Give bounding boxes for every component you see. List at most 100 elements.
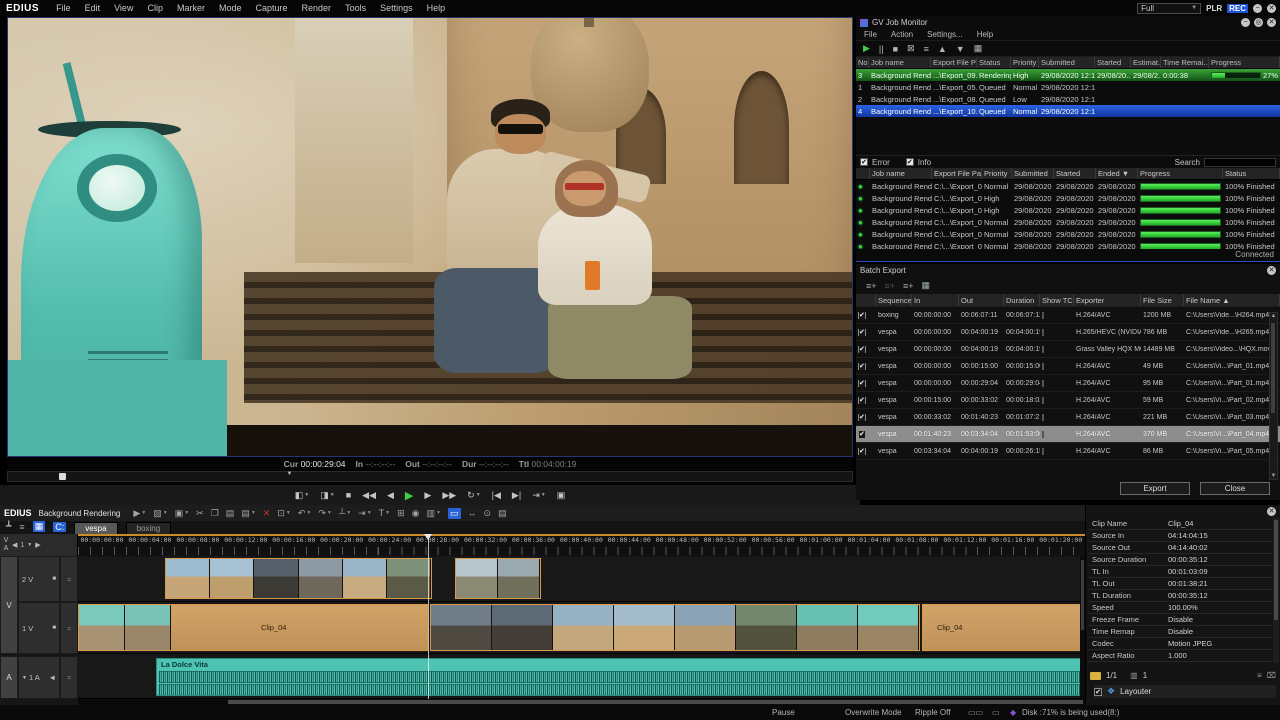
goto-in-icon[interactable]: |◀ xyxy=(492,490,501,501)
track-selector[interactable]: ◀ 1 ▼ ▶ xyxy=(12,541,41,549)
scroll-down-icon[interactable]: ▼ xyxy=(1270,473,1277,479)
priority-down-icon[interactable]: ▼ xyxy=(956,44,965,54)
ripple-mode-toggle[interactable]: Ripple Off xyxy=(915,708,950,717)
menu-view[interactable]: View xyxy=(107,3,140,13)
loop-playback-icon[interactable]: ↻▼ xyxy=(467,490,481,501)
track-lane-1v[interactable]: Clip_04Clip_04 xyxy=(78,602,1085,654)
row-checkbox[interactable]: ✔ xyxy=(858,414,866,421)
column-header[interactable]: Export File Path xyxy=(931,57,977,68)
redo-icon[interactable]: ↷▼ xyxy=(318,508,332,519)
column-header[interactable]: File Name ▲ xyxy=(1184,294,1280,306)
insert-mode-toggle[interactable]: Overwrite Mode xyxy=(845,708,901,717)
column-header[interactable]: Progress xyxy=(1209,57,1280,68)
next-frame-icon[interactable]: ▶ xyxy=(424,490,431,501)
add-sequence-icon[interactable]: ≡+ xyxy=(866,281,877,291)
goto-icon[interactable]: ⇥▼ xyxy=(532,490,546,501)
menu-clip[interactable]: Clip xyxy=(140,3,170,13)
menu-edit[interactable]: Edit xyxy=(78,3,108,13)
row-checkbox[interactable]: ✔ xyxy=(858,380,866,387)
timeline-ruler[interactable]: 00:00:00:0000:00:04:0000:00:08:0000:00:1… xyxy=(78,534,1085,556)
batch-export-row[interactable]: ✔vespa00:00:00:0000:00:15:0000:00:15:00H… xyxy=(856,358,1280,375)
job-row[interactable]: 4Background Rendering......\Export_10.av… xyxy=(856,105,1280,117)
info-scrollbar[interactable] xyxy=(1273,518,1279,663)
save-project-icon[interactable]: ▣▼ xyxy=(175,508,189,519)
row-checkbox[interactable]: ✔ xyxy=(858,312,866,319)
scrollbar-thumb[interactable] xyxy=(1271,323,1276,413)
add-cut-point-icon[interactable]: ⊡▼ xyxy=(277,508,291,519)
batch-export-row[interactable]: ✔vespa00:00:00:0000:00:29:0400:00:29:04H… xyxy=(856,375,1280,392)
export-icon[interactable]: ▣ xyxy=(557,490,566,501)
menu-marker[interactable]: Marker xyxy=(170,3,212,13)
column-header[interactable]: In xyxy=(912,294,959,306)
mute-icon[interactable]: ■ xyxy=(52,625,56,631)
chevron-down-icon[interactable]: ▼ xyxy=(22,675,27,681)
rewind-icon[interactable]: ◀◀ xyxy=(362,490,376,501)
sequence-tab-vespa[interactable]: vespa xyxy=(74,522,117,534)
batch-export-row[interactable]: ✔vespa00:00:15:0000:00:33:0200:00:18:02H… xyxy=(856,392,1280,409)
track-2v-waveform-toggle[interactable]: ≈ xyxy=(60,556,78,602)
track-header-1v[interactable]: 1 V■ xyxy=(18,602,60,654)
column-header[interactable]: File Size xyxy=(1141,294,1184,306)
show-tc-checkbox[interactable] xyxy=(1042,397,1044,404)
video-clip-clip04[interactable]: Clip_04 xyxy=(922,604,1085,651)
show-tc-checkbox[interactable] xyxy=(1042,414,1044,421)
batch-export-row[interactable]: ✔vespa00:00:33:0200:01:40:2300:01:07:21H… xyxy=(856,409,1280,426)
priority-up-icon[interactable]: ▲ xyxy=(938,44,947,54)
loop-mode-icon[interactable]: ⊙ xyxy=(484,508,492,519)
show-tc-checkbox[interactable] xyxy=(1042,380,1044,387)
finished-job-row[interactable]: ●Background Rendering...C:\...\Export_06… xyxy=(856,204,1280,216)
track-header-2v[interactable]: 2 V■ xyxy=(18,556,60,602)
layouter-row[interactable]: ✔ ❖ Layouter xyxy=(1094,685,1276,698)
column-header[interactable]: No. xyxy=(856,57,869,68)
cut-icon[interactable]: ✂ xyxy=(196,508,204,519)
panel-layout-icon[interactable]: ▤ xyxy=(498,508,507,519)
batch-close-button[interactable]: Close xyxy=(1200,482,1270,495)
mute-icon[interactable]: ■ xyxy=(52,576,56,582)
column-header[interactable]: Started xyxy=(1095,57,1131,68)
info-checkbox[interactable]: ✔ xyxy=(906,158,914,166)
trash-icon[interactable]: ⌧ xyxy=(1267,671,1276,680)
column-header[interactable]: Job name xyxy=(869,57,931,68)
copy-icon[interactable]: ❐ xyxy=(211,508,219,519)
delete-entry-icon[interactable]: ▦ xyxy=(922,280,931,291)
column-header[interactable]: Status xyxy=(1223,168,1280,179)
column-header[interactable]: Started xyxy=(1054,168,1096,179)
job-row[interactable]: 2Background Rendering......\Export_08.av… xyxy=(856,93,1280,105)
export-button[interactable]: Export xyxy=(1120,482,1190,495)
set-transition-icon[interactable]: ┴▼ xyxy=(339,508,351,518)
batch-export-row[interactable]: ✔boxing00:00:00:0000:06:07:1100:06:07:11… xyxy=(856,307,1280,324)
show-tc-checkbox[interactable] xyxy=(1042,346,1044,353)
title-icon[interactable]: T▼ xyxy=(379,508,390,518)
jm-close-button[interactable]: ✕ xyxy=(1267,18,1276,27)
show-tc-checkbox[interactable] xyxy=(1042,312,1044,319)
row-checkbox[interactable]: ✔ xyxy=(858,397,866,404)
jm-menu-help[interactable]: Help xyxy=(971,30,999,39)
menu-settings[interactable]: Settings xyxy=(373,3,420,13)
finished-job-row[interactable]: ●Background Rendering...C:\...\Export_07… xyxy=(856,192,1280,204)
cancel-job-icon[interactable]: ⊠ xyxy=(907,43,915,54)
column-header[interactable]: Exporter xyxy=(1074,294,1141,306)
column-header[interactable]: Show TC xyxy=(1040,294,1074,306)
column-header[interactable]: Time Remai... ▼ xyxy=(1161,57,1209,68)
column-header[interactable] xyxy=(856,168,870,179)
resize-window-icon[interactable]: ↔ xyxy=(468,508,477,518)
menu-help[interactable]: Help xyxy=(420,3,453,13)
pause-jobs-icon[interactable]: || xyxy=(879,44,884,54)
goto-out-icon[interactable]: ▶| xyxy=(512,490,521,501)
start-jobs-icon[interactable]: ▶ xyxy=(863,43,870,54)
column-header[interactable]: Status xyxy=(977,57,1011,68)
video-clip[interactable] xyxy=(165,558,432,599)
track-settings-icon[interactable]: ≡ xyxy=(19,522,24,532)
row-checkbox[interactable]: ✔ xyxy=(858,363,866,370)
column-header[interactable]: Priority xyxy=(982,168,1012,179)
prev-track-icon[interactable]: ◀ xyxy=(12,541,17,549)
voiceover-icon[interactable]: ◉ xyxy=(412,508,420,519)
row-checkbox[interactable]: ✔ xyxy=(858,346,866,353)
track-1a-waveform-toggle[interactable]: ≈ xyxy=(60,656,78,699)
preview-quality-select[interactable]: Full ▼ xyxy=(1137,3,1201,14)
batch-export-row[interactable]: ✔vespa00:01:40:2300:03:34:0400:01:53:06H… xyxy=(856,426,1280,443)
batch-export-row[interactable]: ✔vespa00:00:00:0000:04:00:1900:04:00:19H… xyxy=(856,324,1280,341)
menu-capture[interactable]: Capture xyxy=(249,3,295,13)
video-preview[interactable] xyxy=(7,17,853,457)
batch-export-row[interactable]: ✔vespa00:03:34:0400:04:00:1900:00:26:15H… xyxy=(856,443,1280,460)
